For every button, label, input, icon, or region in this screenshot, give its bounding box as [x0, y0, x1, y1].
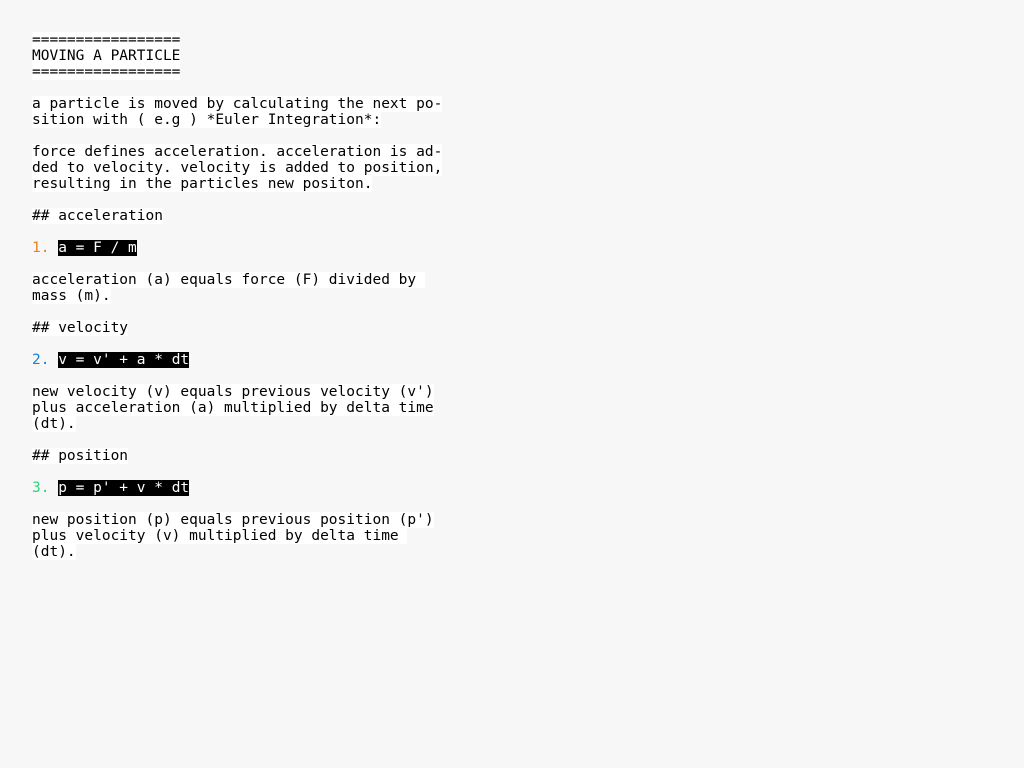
velocity-description: (dt). [32, 416, 76, 432]
velocity-heading: ## velocity [32, 320, 129, 336]
position-heading: ## position [32, 448, 129, 464]
position-description: plus velocity (v) multiplied by delta ti… [32, 528, 408, 544]
acceleration-heading: ## acceleration [32, 208, 163, 224]
summary-line: resulting in the particles new positon. [32, 176, 373, 192]
velocity-description: new velocity (v) equals previous velocit… [32, 384, 434, 400]
title-rule-bottom: ================= [32, 64, 181, 80]
list-number: 1. [32, 240, 50, 256]
position-description: (dt). [32, 544, 76, 560]
acceleration-formula: a = F / m [58, 240, 137, 256]
position-formula: p = p' + v * dt [58, 480, 190, 496]
acceleration-description: acceleration (a) equals force (F) divide… [32, 272, 425, 288]
intro-line: a particle is moved by calculating the n… [32, 96, 443, 112]
position-formula-item: 3. p = p' + v * dt [32, 480, 512, 496]
velocity-formula-item: 2. v = v' + a * dt [32, 352, 512, 368]
velocity-description: plus acceleration (a) multiplied by delt… [32, 400, 434, 416]
velocity-formula: v = v' + a * dt [58, 352, 190, 368]
intro-paragraph: a particle is moved by calculating the n… [32, 96, 512, 128]
summary-paragraph: force defines acceleration. acceleration… [32, 144, 512, 192]
position-description: new position (p) equals previous positio… [32, 512, 434, 528]
acceleration-formula-item: 1. a = F / m [32, 240, 512, 256]
summary-line: force defines acceleration. acceleration… [32, 144, 443, 160]
list-number: 2. [32, 352, 50, 368]
title-rule-top: ================= [32, 32, 181, 48]
intro-line: sition with ( e.g ) *Euler Integration*: [32, 112, 382, 128]
document: ================= MOVING A PARTICLE ====… [32, 32, 512, 560]
page-title: MOVING A PARTICLE [32, 48, 181, 64]
summary-line: ded to velocity. velocity is added to po… [32, 160, 443, 176]
list-number: 3. [32, 480, 50, 496]
acceleration-description: mass (m). [32, 288, 111, 304]
